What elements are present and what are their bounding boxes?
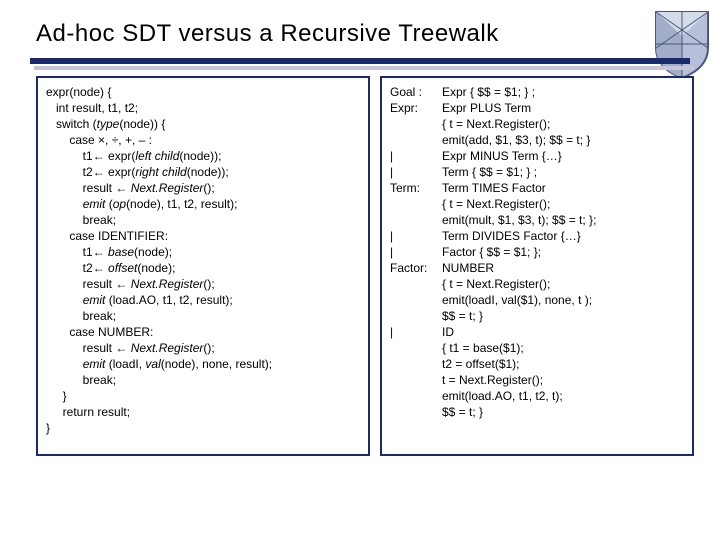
grammar-row: t2 = offset($1); [390, 356, 684, 372]
code-line: int result, t1, t2; [46, 101, 138, 115]
code-line: t2← offset(node); [46, 261, 175, 275]
grammar-row: emit(mult, $1, $3, t); $$ = t; }; [390, 212, 684, 228]
grammar-row: Factor:NUMBER [390, 260, 684, 276]
grammar-row: emit(add, $1, $3, t); $$ = t; } [390, 132, 684, 148]
code-line: t1← base(node); [46, 245, 172, 259]
grammar-body: { t1 = base($1); [442, 340, 684, 356]
grammar-row: { t1 = base($1); [390, 340, 684, 356]
sdt-grammar-panel: Goal :Expr { $$ = $1; } ; Expr:Expr PLUS… [380, 76, 694, 456]
code-line: break; [46, 213, 116, 227]
grammar-label [390, 212, 442, 228]
grammar-row: emit(loadI, val($1), none, t ); [390, 292, 684, 308]
code-line: emit (loadI, val(node), none, result); [46, 357, 272, 371]
code-line: case NUMBER: [46, 325, 153, 339]
grammar-body: t2 = offset($1); [442, 356, 684, 372]
grammar-body: Expr PLUS Term [442, 100, 684, 116]
grammar-row: t = Next.Register(); [390, 372, 684, 388]
grammar-label [390, 276, 442, 292]
grammar-row: |Expr MINUS Term {…} [390, 148, 684, 164]
grammar-row: Goal :Expr { $$ = $1; } ; [390, 84, 684, 100]
grammar-row: Expr:Expr PLUS Term [390, 100, 684, 116]
code-line: case IDENTIFIER: [46, 229, 168, 243]
grammar-label [390, 292, 442, 308]
grammar-body: Term { $$ = $1; } ; [442, 164, 684, 180]
code-line: result ← Next.Register(); [46, 341, 215, 355]
grammar-label: | [390, 164, 442, 180]
code-line: result ← Next.Register(); [46, 277, 215, 291]
code-line: break; [46, 373, 116, 387]
code-line: emit (load.AO, t1, t2, result); [46, 293, 233, 307]
grammar-label [390, 340, 442, 356]
grammar-body: $$ = t; } [442, 308, 684, 324]
treewalk-code-panel: expr(node) { int result, t1, t2; switch … [36, 76, 370, 456]
grammar-row: $$ = t; } [390, 308, 684, 324]
grammar-row: |ID [390, 324, 684, 340]
grammar-body: t = Next.Register(); [442, 372, 684, 388]
grammar-row: Term:Term TIMES Factor [390, 180, 684, 196]
grammar-row: emit(load.AO, t1, t2, t); [390, 388, 684, 404]
code-line: return result; [46, 405, 130, 419]
grammar-body: Term DIVIDES Factor {…} [442, 228, 684, 244]
grammar-body: emit(add, $1, $3, t); $$ = t; } [442, 132, 684, 148]
grammar-body: { t = Next.Register(); [442, 116, 684, 132]
code-line: t2← expr(right child(node)); [46, 165, 229, 179]
grammar-label [390, 116, 442, 132]
code-line: break; [46, 309, 116, 323]
title-rule-shadow [34, 66, 694, 70]
code-line: } [46, 389, 67, 403]
grammar-body: Factor { $$ = $1; }; [442, 244, 684, 260]
grammar-body: NUMBER [442, 260, 684, 276]
grammar-label: | [390, 148, 442, 164]
code-line: t1← expr(left child(node)); [46, 149, 221, 163]
grammar-label: Term: [390, 180, 442, 196]
grammar-label: Factor: [390, 260, 442, 276]
code-line: result ← Next.Register(); [46, 181, 215, 195]
title-rule [30, 58, 690, 64]
grammar-body: $$ = t; } [442, 404, 684, 420]
grammar-body: { t = Next.Register(); [442, 196, 684, 212]
grammar-label [390, 372, 442, 388]
grammar-label [390, 132, 442, 148]
grammar-label: | [390, 324, 442, 340]
grammar-row: $$ = t; } [390, 404, 684, 420]
grammar-label [390, 356, 442, 372]
grammar-row: |Term DIVIDES Factor {…} [390, 228, 684, 244]
code-line: switch (type(node)) { [46, 117, 165, 131]
grammar-row: |Term { $$ = $1; } ; [390, 164, 684, 180]
code-line: expr(node) { [46, 85, 111, 99]
grammar-body: Term TIMES Factor [442, 180, 684, 196]
grammar-row: { t = Next.Register(); [390, 196, 684, 212]
grammar-label [390, 404, 442, 420]
grammar-label [390, 196, 442, 212]
grammar-body: { t = Next.Register(); [442, 276, 684, 292]
grammar-label: | [390, 244, 442, 260]
grammar-body: emit(load.AO, t1, t2, t); [442, 388, 684, 404]
code-line: case ×, ÷, +, – : [46, 133, 152, 147]
grammar-body: Expr MINUS Term {…} [442, 148, 684, 164]
grammar-body: Expr { $$ = $1; } ; [442, 84, 684, 100]
grammar-row: { t = Next.Register(); [390, 116, 684, 132]
grammar-label [390, 388, 442, 404]
slide-title: Ad-hoc SDT versus a Recursive Treewalk [36, 20, 499, 48]
grammar-body: emit(loadI, val($1), none, t ); [442, 292, 684, 308]
grammar-row: { t = Next.Register(); [390, 276, 684, 292]
grammar-label: Expr: [390, 100, 442, 116]
code-line: } [46, 421, 50, 435]
grammar-row: |Factor { $$ = $1; }; [390, 244, 684, 260]
grammar-body: emit(mult, $1, $3, t); $$ = t; }; [442, 212, 684, 228]
grammar-label [390, 308, 442, 324]
grammar-body: ID [442, 324, 684, 340]
grammar-label: Goal : [390, 84, 442, 100]
code-line: emit (op(node), t1, t2, result); [46, 197, 237, 211]
code-block: expr(node) { int result, t1, t2; switch … [46, 84, 360, 436]
grammar-label: | [390, 228, 442, 244]
